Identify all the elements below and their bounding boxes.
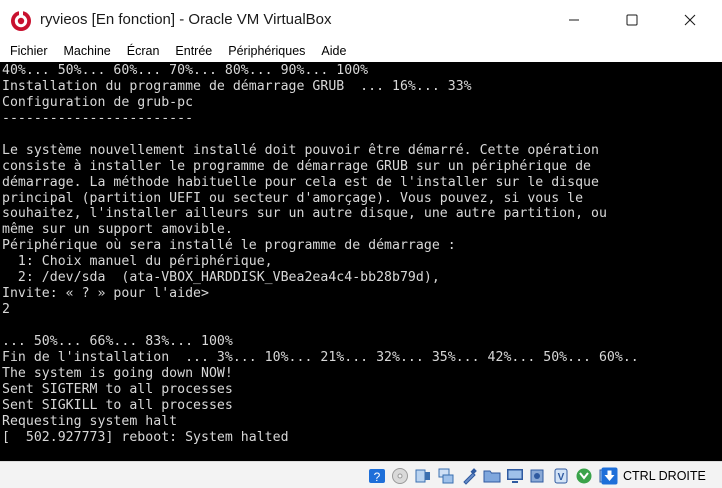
console-line: Le système nouvellement installé doit po… — [2, 142, 599, 158]
network-icon[interactable] — [435, 465, 457, 487]
floppy-icon[interactable] — [389, 465, 411, 487]
console-line: 1: Choix manuel du périphérique, — [2, 254, 273, 270]
console-line: Invite: « ? » pour l'aide> — [2, 286, 209, 302]
maximize-icon — [626, 14, 638, 26]
recording-icon[interactable] — [527, 465, 549, 487]
console-line: Périphérique où sera installé le program… — [2, 238, 456, 254]
console-line: même sur un support amovible. — [2, 222, 233, 238]
usb-icon[interactable] — [458, 465, 480, 487]
host-key-arrow-icon — [601, 467, 618, 485]
console-line: 2 — [2, 302, 10, 318]
audio-icon[interactable] — [412, 465, 434, 487]
device-indicators: ? V — [366, 465, 619, 487]
menu-fichier[interactable]: Fichier — [2, 40, 56, 62]
console-line: Requesting system halt — [2, 413, 178, 429]
console-line: Installation du programme de démarrage G… — [2, 78, 472, 94]
menu-bar: Fichier Machine Écran Entrée Périphériqu… — [0, 40, 722, 62]
console-line: Sent SIGKILL to all processes — [2, 397, 233, 413]
console-line: The system is going down NOW! — [2, 365, 233, 381]
svg-text:?: ? — [374, 470, 381, 484]
maximize-button[interactable] — [608, 0, 656, 40]
svg-text:V: V — [558, 472, 565, 483]
optical-drive-icon[interactable]: ? — [366, 465, 388, 487]
window-title: ryvieos [En fonction] - Oracle VM Virtua… — [40, 11, 332, 28]
console-line: Fin de l'installation ... 3%... 10%... 2… — [2, 349, 639, 365]
close-button[interactable] — [666, 0, 714, 40]
menu-entree[interactable]: Entrée — [167, 40, 220, 62]
console-line: ------------------------ — [2, 110, 194, 126]
virtualbox-logo-icon — [10, 10, 32, 32]
menu-aide[interactable]: Aide — [313, 40, 354, 62]
console-line: souhaitez, l'installer ailleurs sur un a… — [2, 206, 607, 222]
console-line: 40%... 50%... 60%... 70%... 80%... 90%..… — [2, 63, 369, 78]
console-line: démarrage. La méthode habituelle pour ce… — [2, 174, 599, 190]
minimize-icon — [569, 19, 579, 21]
title-bar[interactable]: ryvieos [En fonction] - Oracle VM Virtua… — [0, 0, 722, 40]
menu-machine[interactable]: Machine — [56, 40, 119, 62]
host-key-label: CTRL DROITE — [623, 469, 706, 483]
console-line: consiste à installer le programme de dém… — [2, 158, 592, 174]
vm-console-screen[interactable]: 40%... 50%... 60%... 70%... 80%... 90%..… — [0, 62, 722, 461]
menu-ecran[interactable]: Écran — [119, 40, 168, 62]
menu-peripheriques[interactable]: Périphériques — [220, 40, 313, 62]
console-line: [ 502.927773] reboot: System halted — [2, 429, 289, 445]
console-line: Configuration de grub-pc — [2, 94, 194, 110]
console-line: 2: /dev/sda (ata-VBOX_HARDDISK_VBea2ea4c… — [2, 270, 440, 286]
console-line: principal (partition UEFI ou secteur d'a… — [2, 190, 584, 206]
shared-folders-icon[interactable] — [481, 465, 503, 487]
close-icon — [684, 14, 696, 26]
console-line: Sent SIGTERM to all processes — [2, 381, 233, 397]
cpu-icon[interactable]: V — [550, 465, 572, 487]
console-line: ... 50%... 66%... 83%... 100% — [2, 333, 233, 349]
display-icon[interactable] — [504, 465, 526, 487]
status-bar: ? V CTRL DROITE — [0, 461, 722, 488]
mouse-integration-icon[interactable] — [573, 465, 595, 487]
minimize-button[interactable] — [550, 0, 598, 40]
